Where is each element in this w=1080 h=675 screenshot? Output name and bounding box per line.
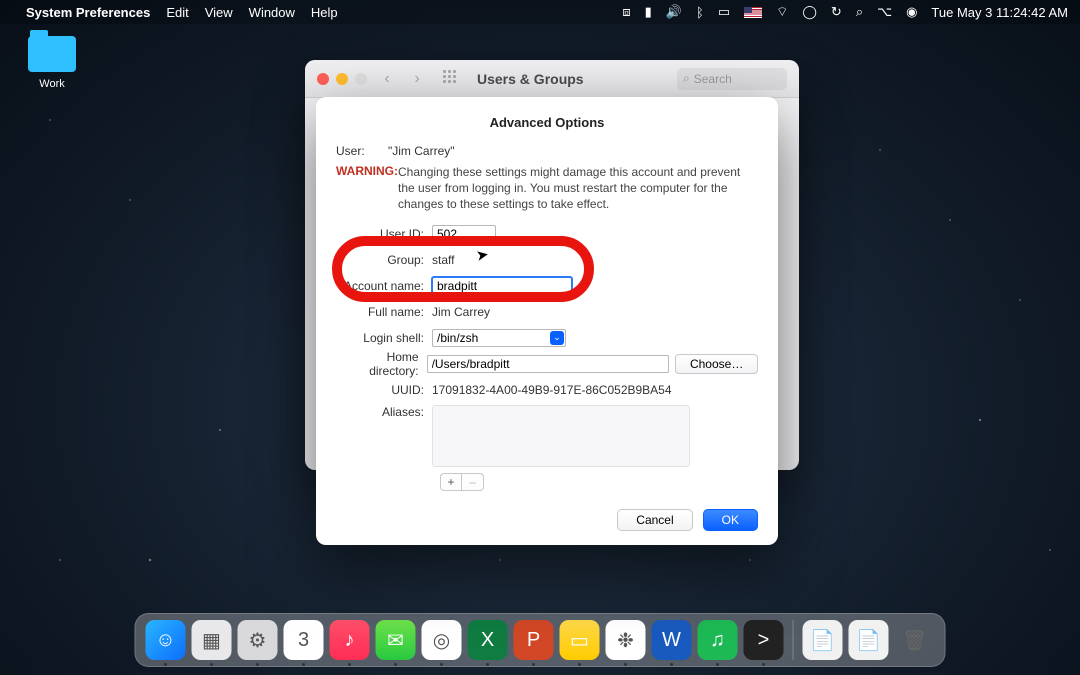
uuid-label: UUID:: [336, 383, 432, 397]
dock-app-slack[interactable]: ❉: [606, 620, 646, 660]
battery-widget-icon[interactable]: ▮: [645, 4, 652, 20]
full-name-value: Jim Carrey: [432, 305, 490, 319]
dock-app-messages[interactable]: ✉: [376, 620, 416, 660]
aliases-list[interactable]: [432, 405, 690, 467]
dock-app-terminal[interactable]: >: [744, 620, 784, 660]
menu-view[interactable]: View: [205, 5, 233, 20]
home-dir-label: Home directory:: [336, 350, 427, 378]
folder-label: Work: [20, 78, 84, 90]
user-icon[interactable]: ◯: [802, 4, 817, 20]
dock-app-powerpoint[interactable]: P: [514, 620, 554, 660]
group-label: Group:: [336, 253, 432, 267]
user-value: "Jim Carrey": [388, 144, 455, 158]
advanced-options-sheet: Advanced Options User: "Jim Carrey" WARN…: [316, 97, 778, 545]
window-title: Users & Groups: [477, 71, 584, 87]
dock-app-calendar[interactable]: 3: [284, 620, 324, 660]
dock: ☺▦⚙3♪✉◎XP▭❉W♫>📄📄🗑: [135, 613, 946, 667]
sheet-title: Advanced Options: [336, 115, 758, 130]
app-menu[interactable]: System Preferences: [26, 5, 150, 20]
menu-help[interactable]: Help: [311, 5, 338, 20]
folder-icon: [28, 36, 76, 72]
spotlight-icon[interactable]: ⌕: [856, 4, 863, 20]
chevron-down-icon[interactable]: ⌄: [550, 331, 564, 345]
show-all-button[interactable]: [443, 70, 461, 88]
dock-doc1[interactable]: 📄: [803, 620, 843, 660]
dropbox-icon[interactable]: ⧈: [622, 4, 630, 20]
full-name-label: Full name:: [336, 305, 432, 319]
home-dir-input[interactable]: [427, 355, 670, 373]
add-alias-button[interactable]: +: [440, 473, 462, 491]
account-name-input[interactable]: [432, 277, 572, 295]
forward-button[interactable]: ›: [407, 69, 427, 89]
aliases-label: Aliases:: [336, 405, 432, 419]
menubar: System Preferences Edit View Window Help…: [0, 0, 1080, 24]
titlebar: ‹ › Users & Groups ⌕ Search: [305, 60, 799, 98]
uuid-value: 17091832-4A00-49B9-917E-86C052B9BA54: [432, 383, 672, 397]
wifi-icon[interactable]: ⌔: [776, 4, 788, 20]
user-label: User:: [336, 144, 388, 158]
volume-icon[interactable]: 🔊: [666, 4, 682, 20]
dock-app-finder[interactable]: ☺: [146, 620, 186, 660]
dock-app-chrome[interactable]: ◎: [422, 620, 462, 660]
traffic-lights: [317, 73, 367, 85]
login-shell-label: Login shell:: [336, 331, 432, 345]
search-field[interactable]: ⌕ Search: [677, 68, 787, 90]
input-flag-icon[interactable]: [744, 7, 762, 18]
warning-text: Changing these settings might damage thi…: [398, 164, 758, 213]
dock-app-spotify[interactable]: ♫: [698, 620, 738, 660]
back-button[interactable]: ‹: [377, 69, 397, 89]
menu-window[interactable]: Window: [249, 5, 295, 20]
timemachine-icon[interactable]: ↻: [831, 4, 842, 20]
user-id-label: User ID:: [336, 227, 432, 241]
account-name-label: Account name:: [336, 279, 432, 293]
zoom-button[interactable]: [355, 73, 367, 85]
group-value: staff: [432, 253, 454, 267]
user-id-input[interactable]: [432, 225, 496, 243]
bluetooth-icon[interactable]: ᛒ: [696, 5, 704, 20]
dock-separator: [793, 620, 794, 660]
dock-app-settings[interactable]: ⚙: [238, 620, 278, 660]
dock-trash[interactable]: 🗑: [895, 620, 935, 660]
search-placeholder: Search: [694, 72, 732, 86]
choose-button[interactable]: Choose…: [675, 354, 758, 374]
menu-edit[interactable]: Edit: [166, 5, 188, 20]
close-button[interactable]: [317, 73, 329, 85]
dock-doc2[interactable]: 📄: [849, 620, 889, 660]
minimize-button[interactable]: [336, 73, 348, 85]
dock-app-notes[interactable]: ▭: [560, 620, 600, 660]
dock-app-launchpad[interactable]: ▦: [192, 620, 232, 660]
dock-app-music[interactable]: ♪: [330, 620, 370, 660]
battery-icon[interactable]: ▭: [718, 4, 730, 20]
login-shell-select[interactable]: [432, 329, 566, 347]
warning-label: WARNING:: [336, 164, 398, 213]
remove-alias-button[interactable]: –: [462, 473, 484, 491]
cancel-button[interactable]: Cancel: [617, 509, 692, 531]
dock-app-excel[interactable]: X: [468, 620, 508, 660]
siri-icon[interactable]: ◉: [906, 4, 917, 20]
clock[interactable]: Tue May 3 11:24:42 AM: [931, 5, 1068, 20]
search-icon: ⌕: [683, 71, 690, 86]
control-center-icon[interactable]: ⌥: [877, 4, 892, 20]
desktop-folder-work[interactable]: Work: [20, 36, 84, 90]
ok-button[interactable]: OK: [703, 509, 758, 531]
dock-app-word[interactable]: W: [652, 620, 692, 660]
